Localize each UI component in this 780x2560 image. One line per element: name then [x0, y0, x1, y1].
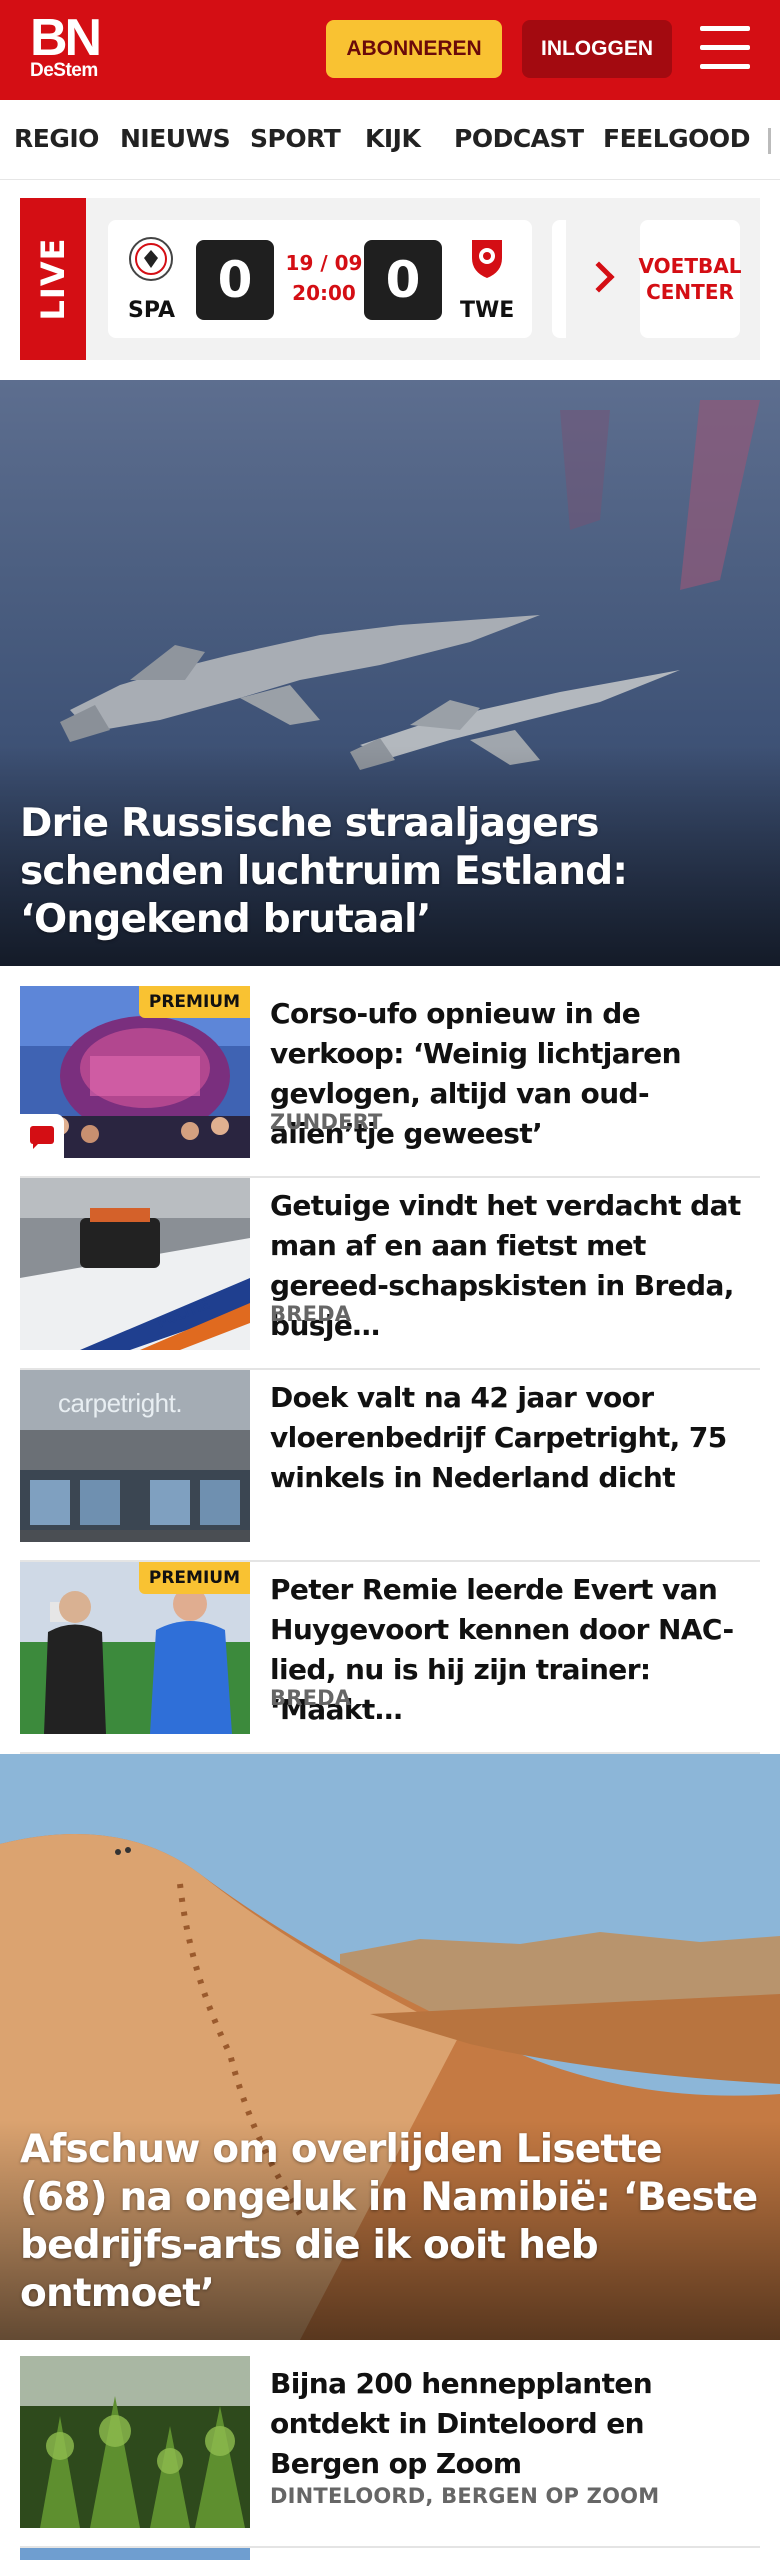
article-item[interactable]: carpetright. Doek valt na 42 jaar voor v… [20, 1370, 760, 1562]
nav-item-kijk[interactable]: KIJK [365, 124, 421, 153]
article-thumbnail: PREMIUM [20, 1562, 250, 1734]
section-nav: REGIO NIEUWS SPORT KIJK PODCAST FEELGOOD [0, 100, 780, 180]
login-button[interactable]: INLOGGEN [522, 20, 672, 78]
article-item[interactable]: POLITIE Getuige vindt het verdacht dat m… [20, 1178, 760, 1370]
hero-headline[interactable]: Drie Russische straaljagers schenden luc… [20, 800, 760, 944]
hamburger-menu-icon[interactable] [700, 26, 752, 72]
nav-overflow-indicator [768, 128, 771, 154]
nav-item-nieuws[interactable]: NIEUWS [120, 124, 231, 153]
article-title[interactable]: Bijna 200 hennepplanten ontdekt in Dinte… [270, 2364, 760, 2484]
next-match-card[interactable] [552, 220, 566, 338]
away-score: 0 [364, 240, 442, 320]
nav-item-sport[interactable]: SPORT [250, 124, 341, 153]
voetbal-center-line2: CENTER [646, 280, 734, 304]
article-location: BREDA [270, 1686, 352, 1710]
site-logo[interactable]: BN DeStem [30, 9, 102, 82]
article-location: ZUNDERT [270, 1110, 383, 1134]
hero-article-namibia[interactable]: Afschuw om overlijden Lisette (68) na on… [0, 1754, 780, 2340]
hero-headline[interactable]: Afschuw om overlijden Lisette (68) na on… [20, 2126, 760, 2318]
voetbal-center-button[interactable]: VOETBAL CENTER [638, 220, 742, 338]
article-thumbnail: PREMIUM [20, 986, 250, 1158]
premium-badge: PREMIUM [138, 1562, 250, 1594]
article-title[interactable]: Doek valt na 42 jaar voor vloerenbedrijf… [270, 1378, 760, 1498]
store-sign-text: carpetright. [58, 1388, 183, 1418]
article-thumbnail [20, 2356, 250, 2528]
logo-main-text: BN [30, 9, 102, 67]
comment-icon [20, 1114, 64, 1158]
away-team-code: TWE [460, 298, 515, 323]
article-thumbnail: carpetright. [20, 1370, 250, 1542]
hero-article-jets[interactable]: Drie Russische straaljagers schenden luc… [0, 380, 780, 966]
match-card[interactable]: SPA 0 19 / 09 20:00 0 TWE [108, 220, 532, 338]
article-item[interactable]: PREMIUM Corso-ufo opnieuw in de verkoop:… [20, 986, 760, 1178]
article-thumbnail: POLITIE [20, 1178, 250, 1350]
voetbal-center-line1: VOETBAL [638, 254, 742, 278]
home-team-logo-icon [128, 236, 174, 282]
match-time: 20:00 [292, 281, 356, 305]
away-team-logo-icon [464, 234, 510, 280]
article-item[interactable]: Bijna 200 hennepplanten ontdekt in Dinte… [20, 2356, 760, 2548]
nav-item-podcast[interactable]: PODCAST [454, 124, 584, 153]
match-date: 19 / 09 [285, 251, 363, 275]
next-article-thumbnail-peek [20, 2548, 250, 2560]
premium-badge: PREMIUM [138, 986, 250, 1018]
article-location: BREDA [270, 1302, 352, 1326]
police-car-image: POLITIE [20, 1178, 250, 1350]
home-team-code: SPA [128, 298, 175, 323]
subscribe-button[interactable]: ABONNEREN [326, 20, 502, 78]
live-label: LIVE [34, 237, 72, 321]
home-score: 0 [196, 240, 274, 320]
article-location: DINTELOORD, BERGEN OP ZOOM [270, 2484, 660, 2508]
match-datetime: 19 / 09 20:00 [284, 248, 364, 308]
logo-sub-text: DeStem [30, 60, 98, 81]
chevron-right-icon[interactable] [583, 261, 615, 293]
nav-item-regio[interactable]: REGIO [14, 124, 99, 153]
live-scores-widget: LIVE SPA 0 19 / 09 20:00 0 TWE VOETBAL C… [20, 198, 760, 360]
cannabis-plants-image [20, 2356, 250, 2528]
article-item[interactable]: PREMIUM Peter Remie leerde Evert van Huy… [20, 1562, 760, 1754]
nav-item-feelgood[interactable]: FEELGOOD [603, 124, 750, 153]
live-tag: LIVE [20, 198, 86, 360]
site-header: BN DeStem ABONNEREN INLOGGEN [0, 0, 780, 100]
